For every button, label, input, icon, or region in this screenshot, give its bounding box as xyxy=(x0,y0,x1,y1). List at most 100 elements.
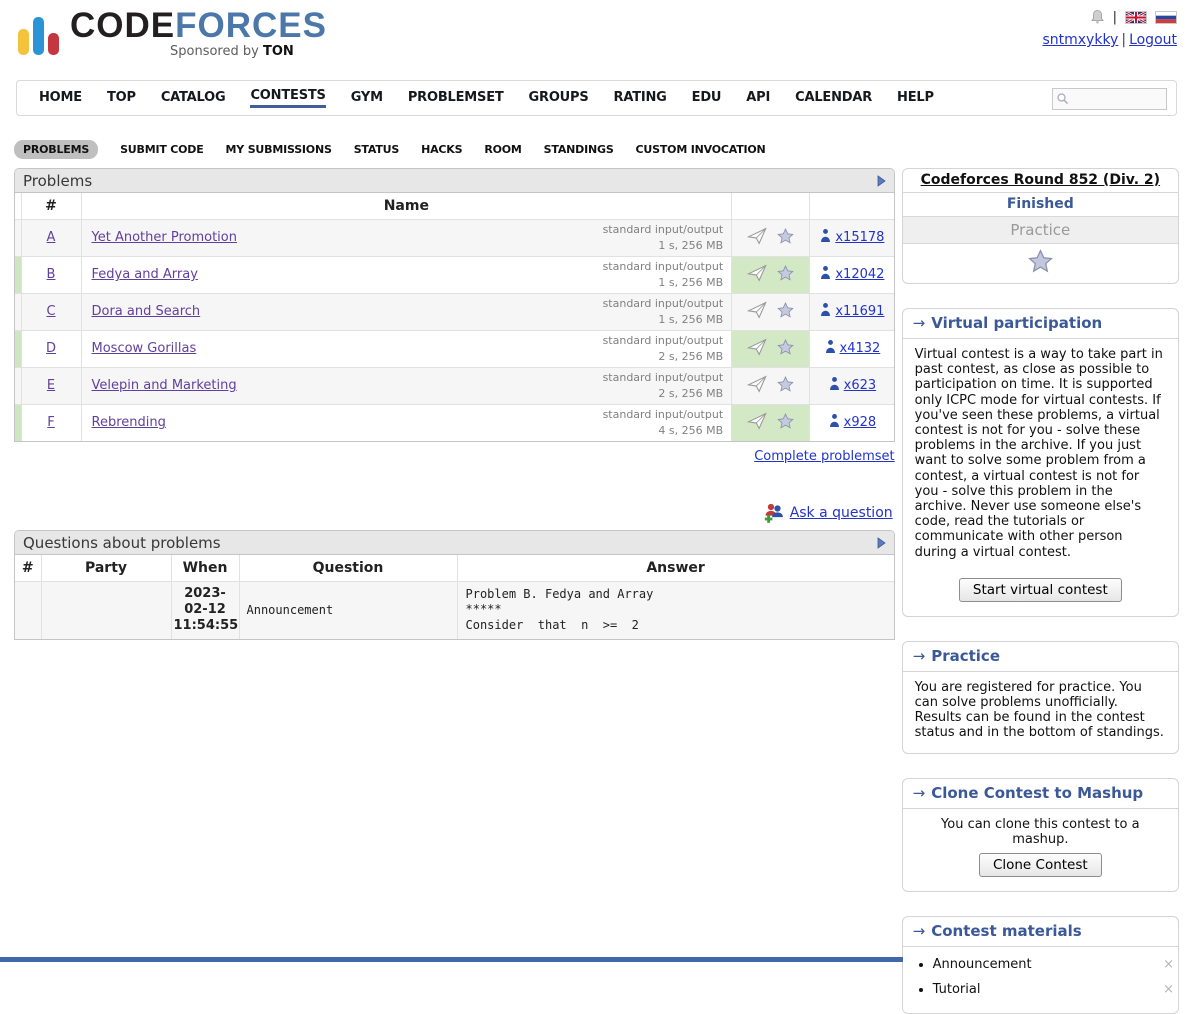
arrow-icon: → xyxy=(913,784,926,802)
problem-index-link[interactable]: D xyxy=(46,341,56,356)
subnav-status[interactable]: STATUS xyxy=(354,143,399,156)
solved-person-icon xyxy=(824,339,837,358)
solved-person-icon xyxy=(819,302,832,321)
expand-arrow-icon[interactable] xyxy=(877,537,886,549)
nav-item-gym[interactable]: GYM xyxy=(351,90,383,107)
q-column-when: When xyxy=(171,555,239,581)
search-box[interactable] xyxy=(1052,88,1167,110)
favorite-star-icon[interactable] xyxy=(777,228,794,248)
q-column-question: Question xyxy=(239,555,457,581)
favorite-star-icon[interactable] xyxy=(777,413,794,433)
subnav-room[interactable]: ROOM xyxy=(484,143,521,156)
page-header: CODEFORCES Sponsored by TON | sntmxykky|… xyxy=(0,0,1193,80)
contest-title-link[interactable]: Codeforces Round 852 (Div. 2) xyxy=(921,172,1160,188)
solved-count-link[interactable]: x623 xyxy=(844,378,877,393)
nav-item-calendar[interactable]: CALENDAR xyxy=(795,90,872,107)
questions-caption: Questions about problems xyxy=(15,531,894,555)
solved-count-link[interactable]: x928 xyxy=(844,415,877,430)
problem-name-link[interactable]: Rebrending xyxy=(92,415,166,430)
q-column-answer: Answer xyxy=(457,555,894,581)
solved-count-link[interactable]: x4132 xyxy=(840,341,881,356)
search-input[interactable] xyxy=(1070,91,1156,107)
solved-count-link[interactable]: x12042 xyxy=(835,267,884,282)
complete-problemset-link[interactable]: Complete problemset xyxy=(754,449,894,464)
clone-contest-button[interactable]: Clone Contest xyxy=(979,853,1102,877)
flag-ru-icon[interactable] xyxy=(1155,11,1177,24)
column-header-index: # xyxy=(21,193,81,219)
search-icon xyxy=(1056,92,1070,106)
q-column-num: # xyxy=(15,555,41,581)
problem-index-link[interactable]: F xyxy=(47,415,54,430)
nav-item-contests[interactable]: CONTESTS xyxy=(250,88,325,108)
problem-index-link[interactable]: E xyxy=(47,378,55,393)
questions-table: Questions about problems # Party When Qu… xyxy=(14,530,895,640)
submit-plane-icon[interactable] xyxy=(747,227,768,249)
problem-name-link[interactable]: Fedya and Array xyxy=(92,267,198,282)
nav-item-problemset[interactable]: PROBLEMSET xyxy=(408,90,504,107)
practice-header: →Practice xyxy=(903,642,1178,672)
username-link[interactable]: sntmxykky xyxy=(1042,32,1118,48)
question-answer: Problem B. Fedya and Array ***** Conside… xyxy=(457,581,894,639)
contest-star-icon[interactable] xyxy=(1028,261,1053,277)
contest-status: Finished xyxy=(903,193,1178,217)
nav-item-home[interactable]: HOME xyxy=(39,90,82,107)
problem-name-link[interactable]: Moscow Gorillas xyxy=(92,341,197,356)
logout-link[interactable]: Logout xyxy=(1129,32,1177,48)
problems-caption: Problems xyxy=(15,169,894,193)
solved-count-link[interactable]: x15178 xyxy=(835,230,884,245)
problem-io-limits: standard input/output4 s, 256 MB xyxy=(603,407,724,438)
nav-item-catalog[interactable]: CATALOG xyxy=(161,90,226,107)
user-separator: | xyxy=(1121,32,1126,48)
nav-item-top[interactable]: TOP xyxy=(107,90,136,107)
nav-item-help[interactable]: HELP xyxy=(897,90,934,107)
submit-plane-icon[interactable] xyxy=(747,412,768,434)
close-icon[interactable]: × xyxy=(1163,958,1174,971)
nav-item-groups[interactable]: GROUPS xyxy=(529,90,589,107)
nav-item-edu[interactable]: EDU xyxy=(692,90,722,107)
flag-en-icon[interactable] xyxy=(1125,11,1147,24)
favorite-star-icon[interactable] xyxy=(777,302,794,322)
expand-arrow-icon[interactable] xyxy=(877,175,886,187)
subnav-hacks[interactable]: HACKS xyxy=(421,143,462,156)
logo-bars-icon xyxy=(18,17,59,58)
problem-name-link[interactable]: Velepin and Marketing xyxy=(92,378,237,393)
subnav-problems[interactable]: PROBLEMS xyxy=(14,140,98,159)
announcement-link[interactable]: Announcement xyxy=(933,957,1032,972)
submit-plane-icon[interactable] xyxy=(747,375,768,397)
favorite-star-icon[interactable] xyxy=(777,339,794,359)
problem-index-link[interactable]: B xyxy=(47,267,56,282)
problem-name-link[interactable]: Dora and Search xyxy=(92,304,201,319)
close-icon[interactable]: × xyxy=(1163,983,1174,996)
subnav-standings[interactable]: STANDINGS xyxy=(544,143,614,156)
subnav-custom-invocation[interactable]: CUSTOM INVOCATION xyxy=(636,143,766,156)
solved-count-link[interactable]: x11691 xyxy=(835,304,884,319)
tutorial-link[interactable]: Tutorial xyxy=(933,982,981,997)
problem-io-limits: standard input/output2 s, 256 MB xyxy=(603,370,724,401)
solved-person-icon xyxy=(819,228,832,247)
submit-plane-icon[interactable] xyxy=(747,301,768,323)
solved-person-icon xyxy=(828,376,841,395)
subnav-submit-code[interactable]: SUBMIT CODE xyxy=(120,143,203,156)
submit-plane-icon[interactable] xyxy=(747,338,768,360)
codeforces-logo[interactable]: CODEFORCES Sponsored by TON xyxy=(18,8,1177,58)
problem-index-link[interactable]: C xyxy=(46,304,55,319)
material-item-announcement: Announcement × xyxy=(933,957,1178,972)
nav-item-rating[interactable]: RATING xyxy=(614,90,667,107)
nav-item-api[interactable]: API xyxy=(746,90,770,107)
subnav-my-submissions[interactable]: MY SUBMISSIONS xyxy=(226,143,332,156)
header-separator: | xyxy=(1113,10,1117,25)
problem-index-link[interactable]: A xyxy=(47,230,56,245)
main-navigation: HOME TOP CATALOG CONTESTS GYM PROBLEMSET… xyxy=(16,80,1177,116)
clone-contest-text: You can clone this contest to a mashup. xyxy=(903,809,1178,847)
favorite-star-icon[interactable] xyxy=(777,265,794,285)
bell-icon[interactable] xyxy=(1090,9,1105,25)
question-row: 2023-02-12 11:54:55 Announcement Problem… xyxy=(15,581,894,639)
practice-box: →Practice You are registered for practic… xyxy=(902,641,1179,754)
contest-info-box: Codeforces Round 852 (Div. 2) Finished P… xyxy=(902,168,1179,284)
problem-name-link[interactable]: Yet Another Promotion xyxy=(92,230,237,245)
start-virtual-contest-button[interactable]: Start virtual contest xyxy=(959,578,1122,602)
ask-question-link[interactable]: Ask a question xyxy=(790,505,893,521)
submit-plane-icon[interactable] xyxy=(747,264,768,286)
favorite-star-icon[interactable] xyxy=(777,376,794,396)
material-item-tutorial: Tutorial × xyxy=(933,982,1178,997)
